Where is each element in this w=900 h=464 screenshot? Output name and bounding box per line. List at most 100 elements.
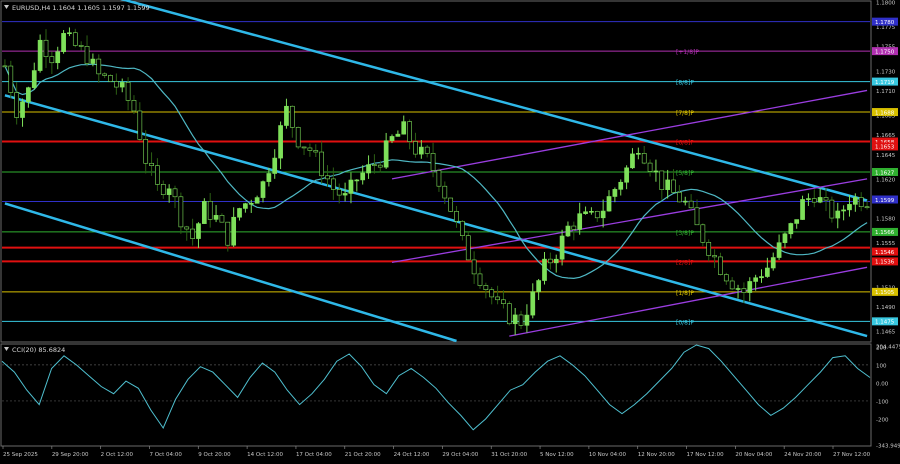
candle-body [43, 39, 49, 57]
candle-body [137, 110, 143, 140]
candle-body [864, 206, 870, 209]
candle-body [841, 209, 846, 212]
price-axis: 1.18001.17751.17551.17301.17101.16851.16… [872, 1, 898, 336]
candle-body [600, 210, 606, 219]
time-tick-label: 24 Oct 12:00 [394, 452, 430, 458]
price-tag-label: 1.1627 [875, 170, 895, 176]
price-tick-label: 1.1645 [876, 153, 896, 159]
candle-body [31, 70, 37, 88]
chart-window: [8/8]P [7/8]P [6/8]P [5/8]P [3/8]P [2/8]P [1/8… [0, 0, 900, 460]
candle-body [413, 141, 418, 155]
time-tick-label: 17 Nov 12:00 [687, 452, 725, 458]
candle-body [800, 199, 805, 220]
time-tick-label: 21 Oct 20:00 [345, 452, 381, 458]
candle-body [401, 121, 407, 135]
candle-body [231, 216, 237, 246]
candle-body [618, 181, 624, 190]
candle-body [49, 56, 55, 64]
price-tick-label: 1.1620 [876, 177, 896, 183]
candle-body [289, 105, 295, 128]
time-tick-label: 2 Oct 12:00 [101, 452, 134, 458]
price-tag-label: 1.1780 [875, 20, 895, 26]
candle-body [565, 225, 571, 237]
candle-body [430, 153, 436, 171]
candle-body [166, 188, 172, 195]
candle-body [184, 226, 190, 230]
candle-body [372, 164, 377, 166]
candle-body [360, 172, 366, 181]
time-tick-label: 10 Nov 04:00 [589, 452, 627, 458]
candle-body [823, 197, 829, 201]
candle-body [84, 46, 90, 64]
candle-body [407, 121, 412, 142]
price-tick-label: 1.1580 [876, 217, 896, 223]
candle-body [788, 223, 794, 235]
murrey-level-label: [8/8]P [676, 80, 694, 87]
candle-body [606, 196, 612, 212]
time-tick-label: 31 Oct 20:00 [491, 452, 527, 458]
candle-body [37, 39, 43, 71]
price-tag-label: 1.1475 [875, 320, 895, 326]
candle-body [741, 288, 747, 293]
candle-body [149, 162, 154, 166]
candle-body [301, 146, 307, 149]
candle-body [506, 303, 512, 325]
candle-body [248, 202, 254, 205]
candle-body [436, 170, 442, 187]
candle-body [278, 125, 283, 159]
cci-header: CCI(20) 85.6824 [12, 346, 65, 354]
candle-body [418, 146, 424, 155]
candle-body [688, 200, 694, 209]
price-tag-label: 1.1688 [875, 110, 895, 116]
candle-body [272, 157, 278, 174]
candle-body [700, 224, 706, 243]
time-tick-label: 7 Oct 04:00 [149, 452, 182, 458]
time-tick-label: 29 Sep 20:00 [52, 452, 89, 458]
murrey-level-label: [+1/8]P [676, 49, 699, 56]
candle-body [313, 150, 319, 153]
candle-body [219, 215, 225, 223]
candle-body [260, 181, 266, 198]
candle-body [583, 211, 588, 214]
candle-body [712, 255, 717, 258]
candle-body [213, 215, 219, 220]
candle-body [735, 288, 741, 290]
candle-body [630, 153, 635, 169]
candle-body [131, 100, 137, 112]
candle-body [753, 277, 758, 282]
price-tick-label: 1.1710 [876, 89, 896, 95]
candle-body [483, 285, 489, 290]
candle-body [723, 274, 729, 282]
candle-body [454, 211, 459, 222]
cci-tick-label: -200 [876, 418, 889, 424]
time-tick-label: 17 Oct 04:00 [296, 452, 332, 458]
murrey-level-label: [1/8]P [676, 290, 694, 297]
murrey-level-label: [2/8]P [676, 259, 694, 266]
candle-body [530, 291, 536, 316]
time-tick-label: 9 Oct 20:00 [198, 452, 231, 458]
chart-canvas[interactable]: [8/8]P [7/8]P [6/8]P [5/8]P [3/8]P [2/8]P [1/8… [0, 0, 900, 460]
candle-body [589, 211, 594, 213]
time-tick-label: 20 Nov 04:00 [735, 452, 773, 458]
candle-body [577, 213, 583, 230]
price-tag-label: 1.1505 [875, 290, 895, 296]
candle-body [336, 189, 342, 196]
price-tick-label: 1.1490 [876, 305, 896, 311]
price-tick-label: 1.1730 [876, 69, 896, 75]
candle-body [806, 198, 811, 200]
price-tag-label: 1.1536 [875, 260, 895, 266]
candle-body [512, 314, 518, 325]
candle-body [477, 273, 483, 286]
cci-tick-label: -100 [876, 399, 889, 405]
candle-body [718, 256, 723, 275]
candle-body [395, 133, 401, 137]
candle-body [536, 280, 541, 292]
candle-body [254, 197, 260, 204]
candle-body [377, 164, 383, 168]
cci-tick-label: 200 [876, 345, 887, 351]
candle-body [706, 242, 712, 256]
candle-body [677, 192, 682, 203]
candle-body [284, 105, 289, 126]
time-tick-label: 24 Nov 20:00 [784, 452, 822, 458]
candle-body [207, 201, 213, 220]
